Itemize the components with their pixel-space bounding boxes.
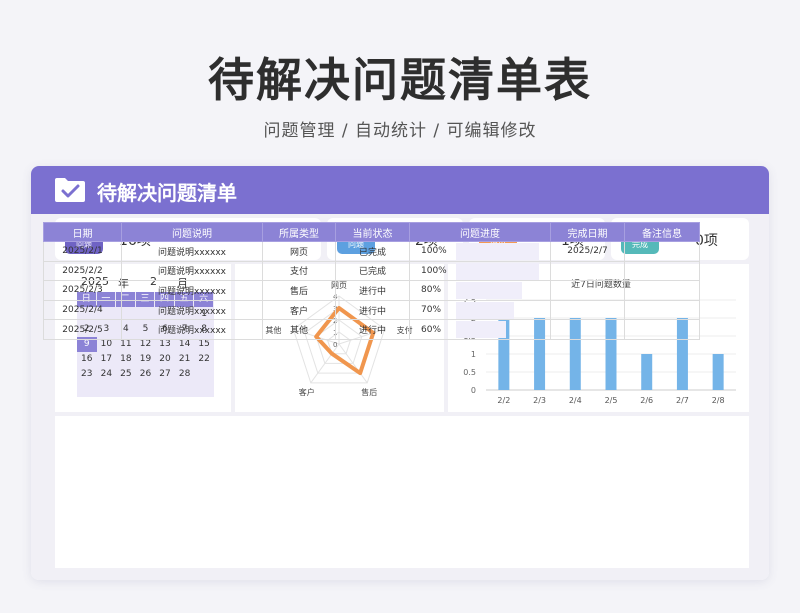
bar-y-tick-label: 1 [471,350,476,359]
calendar-day[interactable]: 25 [116,367,136,382]
cell-progress[interactable]: 100% [409,241,551,262]
calendar-day[interactable]: 28 [175,367,195,382]
progress-label: 60% [421,324,442,335]
calendar-day[interactable]: 21 [175,352,195,367]
cell-note[interactable] [624,260,700,282]
table-row[interactable]: 2025/2/5 问题说明xxxxxx 其他 进行中 60% [43,319,700,340]
cell-status[interactable]: 进行中 [335,319,410,340]
bar-x-tick-label: 2/8 [712,396,725,405]
calendar-day[interactable]: 23 [77,367,97,382]
radar-tick-label: 0 [333,341,337,349]
cell-date[interactable]: 2025/2/2 [43,260,122,282]
cell-progress[interactable]: 80% [409,280,551,301]
calendar-empty-day [194,367,214,382]
cell-done-date[interactable] [550,260,625,282]
col-header-desc[interactable]: 问题说明 [121,222,263,242]
cell-done-date[interactable] [550,280,625,301]
progress-label: 70% [421,305,442,316]
cell-note[interactable] [624,319,700,340]
bar-x-tick-label: 2/3 [533,396,546,405]
bar[interactable] [712,354,724,390]
col-header-status[interactable]: 当前状态 [335,222,410,242]
cell-progress[interactable]: 100% [409,260,551,282]
col-header-done-date[interactable]: 完成日期 [550,222,625,242]
folder-check-icon [55,178,85,202]
cell-done-date[interactable] [550,299,625,321]
progress-bar [456,321,506,339]
calendar-day[interactable]: 24 [97,367,117,382]
cell-status[interactable]: 进行中 [335,299,410,321]
cell-note[interactable] [624,299,700,321]
progress-bar [456,282,523,300]
calendar-day[interactable]: 19 [136,352,156,367]
cell-note[interactable] [624,241,700,262]
calendar-day[interactable]: 22 [194,352,214,367]
table-body: 2025/2/1 问题说明xxxxxx 网页 已完成 100% 2025/2/7 2025/… [43,241,700,340]
issue-table: 日期 问题说明 所属类型 当前状态 问题进度 完成日期 备注信息 2025/2/… [43,222,700,340]
col-header-type[interactable]: 所属类型 [262,222,336,242]
bar-y-tick-label: 0 [471,386,476,395]
cell-progress[interactable]: 70% [409,299,551,321]
calendar-week-row: 23 24 25 26 27 28 [77,367,214,382]
cell-type[interactable]: 客户 [262,299,336,321]
bar-x-tick-label: 2/5 [605,396,618,405]
bar[interactable] [641,354,653,390]
cell-done-date[interactable] [550,319,625,340]
table-row[interactable]: 2025/2/1 问题说明xxxxxx 网页 已完成 100% 2025/2/7 [43,241,700,262]
cell-status[interactable]: 进行中 [335,280,410,301]
progress-bar [456,243,539,260]
cell-type[interactable]: 其他 [262,319,336,340]
bar-x-tick-label: 2/4 [569,396,582,405]
cell-desc[interactable]: 问题说明xxxxxx [121,241,263,262]
calendar-day[interactable]: 16 [77,352,97,367]
calendar-day[interactable]: 27 [155,367,175,382]
bar-x-tick-label: 2/7 [676,396,689,405]
calendar-day[interactable]: 18 [116,352,136,367]
progress-bar [456,262,539,280]
table-row[interactable]: 2025/2/2 问题说明xxxxxx 支付 已完成 100% [43,260,700,282]
cell-desc[interactable]: 问题说明xxxxxx [121,299,263,321]
cell-type[interactable]: 售后 [262,280,336,301]
calendar-day[interactable]: 20 [155,352,175,367]
cell-date[interactable]: 2025/2/3 [43,280,122,301]
cell-progress[interactable]: 60% [409,319,551,340]
bar-x-tick-label: 2/6 [640,396,653,405]
progress-label: 100% [421,246,447,257]
cell-date[interactable]: 2025/2/4 [43,299,122,321]
cell-type[interactable]: 支付 [262,260,336,282]
col-header-progress[interactable]: 问题进度 [409,222,551,242]
progress-bar [456,301,515,319]
cell-desc[interactable]: 问题说明xxxxxx [121,280,263,301]
table-row[interactable]: 2025/2/4 问题说明xxxxxx 客户 进行中 70% [43,299,700,321]
cell-type[interactable]: 网页 [262,241,336,262]
page-subtitle: 问题管理 / 自动统计 / 可编辑修改 [263,121,537,141]
table-header-row: 日期 问题说明 所属类型 当前状态 问题进度 完成日期 备注信息 [43,222,700,242]
cell-date[interactable]: 2025/2/1 [43,241,122,262]
cell-date[interactable]: 2025/2/5 [43,319,122,340]
radar-axis-label: 售后 [361,387,377,397]
cell-desc[interactable]: 问题说明xxxxxx [121,319,263,340]
calendar-day[interactable]: 17 [97,352,117,367]
cell-status[interactable]: 已完成 [335,260,410,282]
progress-label: 100% [421,265,447,276]
issue-table-wrap: 日期 问题说明 所属类型 当前状态 问题进度 完成日期 备注信息 2025/2/… [43,222,700,340]
table-row[interactable]: 2025/2/3 问题说明xxxxxx 售后 进行中 80% [43,280,700,301]
cell-desc[interactable]: 问题说明xxxxxx [121,260,263,282]
radar-axis-label: 客户 [299,387,315,397]
col-header-note[interactable]: 备注信息 [624,222,700,242]
bar-y-tick-label: 0.5 [463,368,476,377]
calendar-week-row: 16 17 18 19 20 21 22 [77,352,214,367]
bar-x-tick-label: 2/2 [497,396,510,405]
card-header: 待解决问题清单 [31,166,769,214]
progress-label: 80% [421,285,442,296]
cell-note[interactable] [624,280,700,301]
col-header-date[interactable]: 日期 [43,222,122,242]
page-title: 待解决问题清单表 [208,53,592,107]
card-title: 待解决问题清单 [97,181,237,205]
table-panel [55,416,749,568]
cell-done-date[interactable]: 2025/2/7 [550,241,625,262]
calendar-day[interactable]: 26 [136,367,156,382]
cell-status[interactable]: 已完成 [335,241,410,262]
